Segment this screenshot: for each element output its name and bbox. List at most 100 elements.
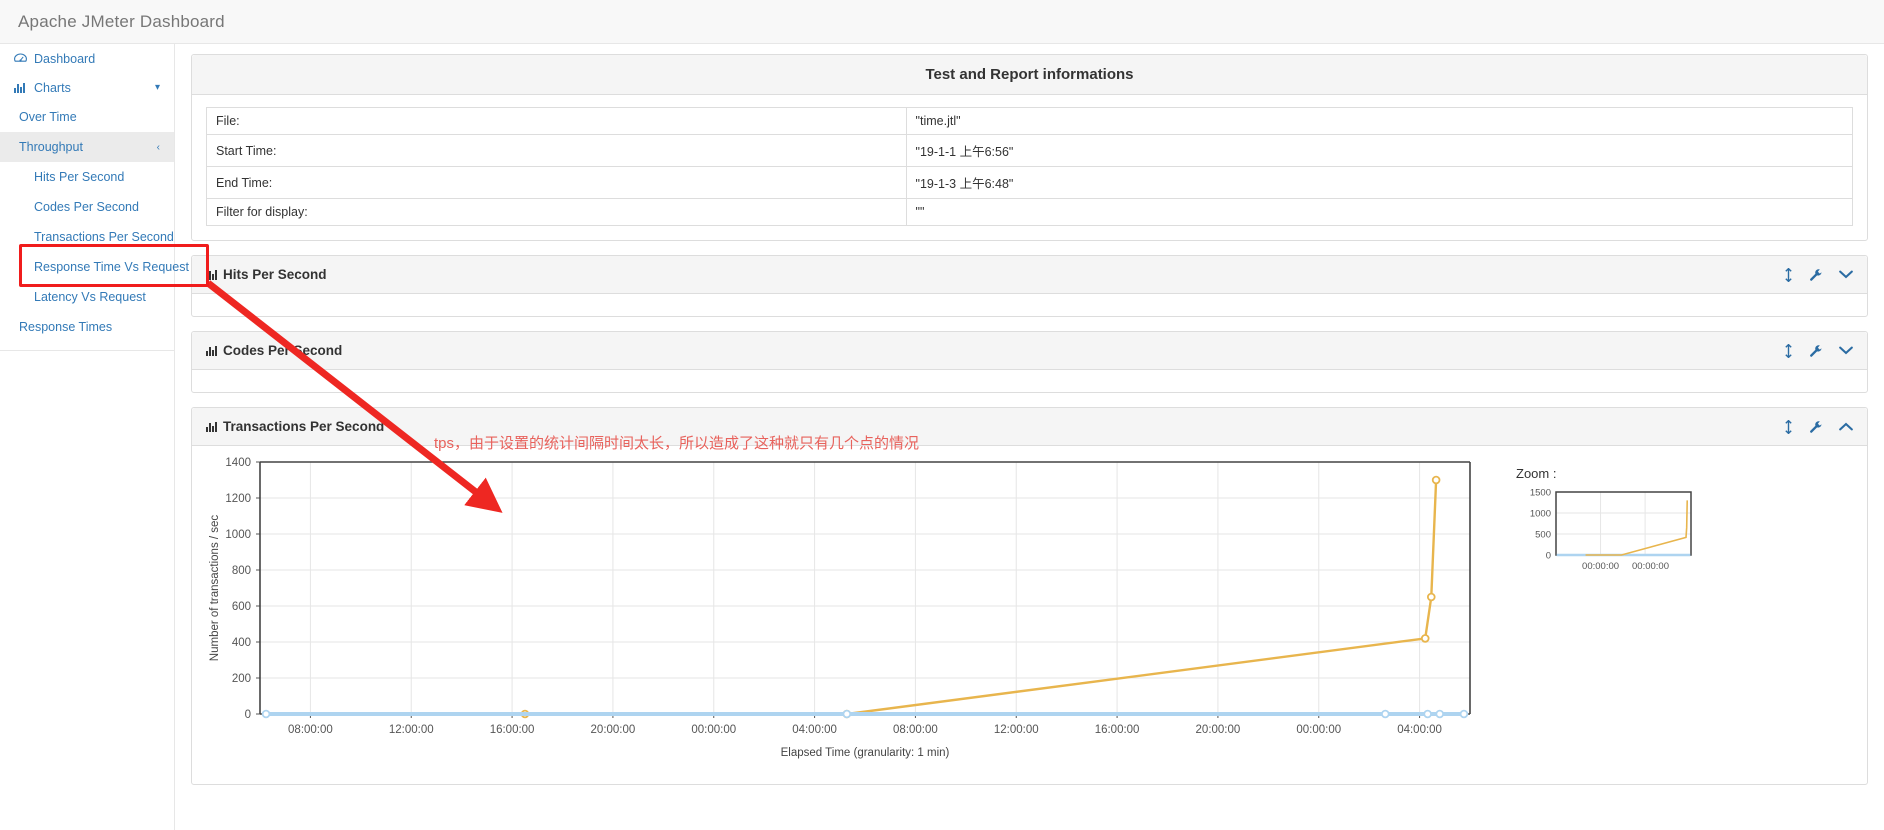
body-wrapper: Dashboard Charts ▾ Over Time Throughput … — [0, 44, 1884, 830]
panel-title-label: Codes Per Second — [223, 343, 343, 358]
chevron-down-icon[interactable]: ▾ — [155, 82, 160, 93]
hits-per-second-panel: Hits Per Second — [191, 255, 1868, 317]
svg-text:08:00:00: 08:00:00 — [893, 724, 938, 736]
row-key: Start Time: — [206, 134, 907, 167]
panel-body: File: "time.jtl" Start Time: "19-1-1 上午6… — [192, 95, 1867, 240]
wrench-icon[interactable] — [1809, 344, 1823, 358]
tps-chart-svg[interactable]: 0 200 400 600 800 1000 1200 1400 08:00:00 12:00:0… — [198, 452, 1498, 772]
test-info-table: File: "time.jtl" Start Time: "19-1-1 上午6… — [206, 107, 1854, 226]
dashboard-gauge-icon — [14, 53, 29, 64]
svg-text:Number of transactions / sec: Number of transactions / sec — [209, 515, 221, 662]
panel-body: tps，由于设置的统计间隔时间太长，所以造成了这种就只有几个点的情况 0 200 4… — [192, 435, 1867, 784]
sidebar-item-label: Transactions Per Second — [34, 230, 174, 244]
sidebar-item-label: Charts — [34, 80, 71, 95]
row-key: Filter for display: — [206, 198, 907, 226]
zoom-panel: Zoom : 1500 1000 500 0 00:00:00 00:00:00 — [1498, 452, 1861, 782]
svg-text:600: 600 — [232, 601, 251, 613]
svg-text:08:00:00: 08:00:00 — [288, 724, 333, 736]
row-value: "time.jtl" — [905, 107, 1854, 135]
svg-text:1000: 1000 — [225, 529, 251, 541]
sidebar-item-over-time[interactable]: Over Time — [0, 102, 174, 132]
svg-text:16:00:00: 16:00:00 — [1095, 724, 1140, 736]
sidebar-item-charts[interactable]: Charts ▾ — [0, 73, 174, 102]
panel-title: Codes Per Second — [206, 343, 342, 358]
sidebar-item-throughput[interactable]: Throughput ‹ — [0, 132, 174, 162]
panel-title: Hits Per Second — [206, 267, 327, 282]
wrench-icon[interactable] — [1809, 268, 1823, 282]
sidebar-divider — [0, 350, 174, 351]
panel-body — [192, 370, 1867, 392]
svg-text:20:00:00: 20:00:00 — [1196, 724, 1241, 736]
panel-header: Test and Report informations — [192, 55, 1867, 95]
panel-header[interactable]: Hits Per Second — [192, 256, 1867, 294]
resize-vertical-icon[interactable] — [1784, 419, 1793, 434]
svg-text:0: 0 — [245, 709, 251, 721]
chevron-left-icon[interactable]: ‹ — [157, 142, 160, 153]
svg-text:00:00:00: 00:00:00 — [1296, 724, 1341, 736]
table-row: End Time: "19-1-3 上午6:48" — [206, 166, 1854, 199]
sidebar-item-label: Throughput — [19, 140, 83, 154]
svg-text:400: 400 — [232, 637, 251, 649]
panel-tools — [1784, 419, 1853, 434]
chevron-up-icon[interactable] — [1839, 422, 1853, 431]
chevron-down-icon[interactable] — [1839, 346, 1853, 355]
svg-text:1000: 1000 — [1530, 509, 1551, 520]
sidebar-item-response-times[interactable]: Response Times — [0, 312, 174, 342]
svg-text:12:00:00: 12:00:00 — [994, 724, 1039, 736]
wrench-icon[interactable] — [1809, 420, 1823, 434]
test-report-info-panel: Test and Report informations File: "time… — [191, 54, 1868, 241]
panel-header[interactable]: Codes Per Second — [192, 332, 1867, 370]
svg-text:04:00:00: 04:00:00 — [792, 724, 837, 736]
svg-text:00:00:00: 00:00:00 — [691, 724, 736, 736]
resize-vertical-icon[interactable] — [1784, 267, 1793, 282]
sidebar-item-hits-per-second[interactable]: Hits Per Second — [0, 162, 174, 192]
row-value: "19-1-3 上午6:48" — [905, 166, 1854, 199]
sidebar-item-label: Over Time — [19, 110, 77, 124]
panel-title-label: Hits Per Second — [223, 267, 327, 282]
svg-text:1200: 1200 — [225, 493, 251, 505]
svg-text:00:00:00: 00:00:00 — [1582, 561, 1619, 572]
panel-title: Transactions Per Second — [206, 419, 384, 434]
chevron-down-icon[interactable] — [1839, 270, 1853, 279]
sidebar-highlight-box — [19, 244, 209, 287]
row-key: File: — [206, 107, 907, 135]
panel-tools — [1784, 343, 1853, 358]
sidebar-item-dashboard[interactable]: Dashboard — [0, 44, 174, 73]
bar-chart-icon — [206, 345, 217, 356]
svg-text:0: 0 — [1546, 551, 1551, 562]
sidebar-item-codes-per-second[interactable]: Codes Per Second — [0, 192, 174, 222]
svg-text:200: 200 — [232, 673, 251, 685]
panel-body — [192, 294, 1867, 316]
app-title: Apache JMeter Dashboard — [18, 11, 225, 31]
main-content: Test and Report informations File: "time… — [175, 44, 1884, 830]
svg-text:800: 800 — [232, 565, 251, 577]
row-value: "19-1-1 上午6:56" — [905, 134, 1854, 167]
sidebar-item-label: Codes Per Second — [34, 200, 139, 214]
page-title: Test and Report informations — [925, 66, 1134, 83]
bar-chart-icon — [14, 82, 29, 93]
zoom-chart-svg[interactable]: 1500 1000 500 0 00:00:00 00:00:00 — [1516, 487, 1706, 582]
transactions-per-second-panel: Transactions Per Second tps，由于设置的统计间隔时间太… — [191, 407, 1868, 785]
codes-per-second-panel: Codes Per Second — [191, 331, 1868, 393]
resize-vertical-icon[interactable] — [1784, 343, 1793, 358]
sidebar-item-label: Dashboard — [34, 51, 96, 66]
sidebar-item-label: Latency Vs Request — [34, 290, 146, 304]
top-bar: Apache JMeter Dashboard — [0, 0, 1884, 44]
svg-text:Elapsed Time (granularity: 1 m: Elapsed Time (granularity: 1 min) — [781, 747, 950, 759]
svg-text:1500: 1500 — [1530, 488, 1551, 499]
table-row: Filter for display: "" — [206, 198, 1854, 226]
table-row: Start Time: "19-1-1 上午6:56" — [206, 134, 1854, 167]
svg-text:12:00:00: 12:00:00 — [389, 724, 434, 736]
tps-chart[interactable]: tps，由于设置的统计间隔时间太长，所以造成了这种就只有几个点的情况 0 200 4… — [198, 435, 1498, 782]
svg-text:00:00:00: 00:00:00 — [1632, 561, 1669, 572]
sidebar-item-label: Response Times — [19, 320, 113, 334]
svg-text:500: 500 — [1535, 530, 1551, 541]
svg-text:16:00:00: 16:00:00 — [490, 724, 535, 736]
svg-text:04:00:00: 04:00:00 — [1397, 724, 1442, 736]
zoom-label: Zoom : — [1516, 466, 1557, 481]
svg-text:20:00:00: 20:00:00 — [591, 724, 636, 736]
panel-title-label: Transactions Per Second — [223, 419, 385, 434]
annotation-text: tps，由于设置的统计间隔时间太长，所以造成了这种就只有几个点的情况 — [434, 435, 920, 452]
panel-tools — [1784, 267, 1853, 282]
bar-chart-icon — [206, 421, 217, 432]
